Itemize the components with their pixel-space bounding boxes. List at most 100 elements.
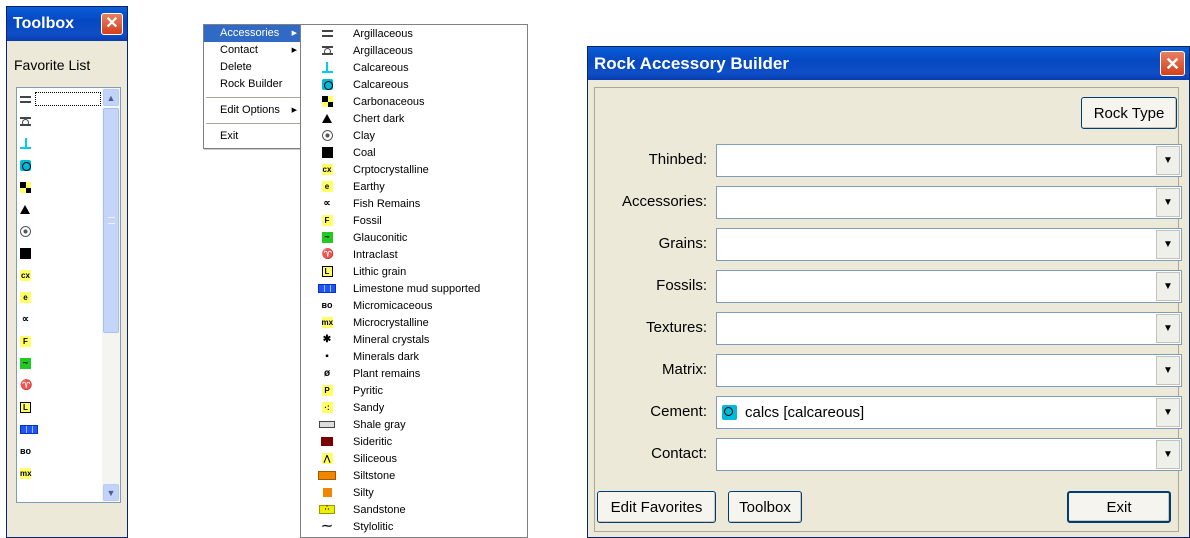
submenu-item[interactable]: L Lithic grain	[301, 263, 527, 280]
submenu-item[interactable]: ʙo Micromicaceous	[301, 297, 527, 314]
submenu-item[interactable]: ∝ Fish Remains	[301, 195, 527, 212]
toolbox-button[interactable]: Toolbox	[728, 491, 802, 523]
submenu-item[interactable]: P Pyritic	[301, 382, 527, 399]
menu-item-accessories[interactable]: Accessories ▶	[204, 25, 302, 42]
submenu-item-label: Earthy	[353, 180, 385, 193]
builder-titlebar[interactable]: Rock Accessory Builder ✕	[588, 47, 1189, 80]
submenu-item[interactable]: Calcareous	[301, 59, 527, 76]
list-item[interactable]	[17, 88, 103, 110]
list-item[interactable]	[17, 242, 103, 264]
close-icon[interactable]: ✕	[1160, 51, 1185, 76]
favorite-list[interactable]: cx e ∝ F ~ ♈ Lʙo mx ▲ ▼	[16, 87, 121, 503]
contact-dropdown[interactable]: ▼	[716, 438, 1182, 471]
submenu-item[interactable]: Silty	[301, 484, 527, 501]
submenu-item-label: Stylolitic	[353, 520, 394, 533]
cement-dropdown[interactable]: calcs [calcareous] ▼	[716, 396, 1182, 429]
chevron-down-icon[interactable]: ▼	[1156, 314, 1180, 343]
scroll-up-icon[interactable]: ▲	[103, 89, 119, 106]
submenu-item[interactable]: cx Crptocrystalline	[301, 161, 527, 178]
rock-accessory-builder-window: Rock Accessory Builder ✕ Rock Type Thinb…	[587, 46, 1190, 538]
chevron-down-icon[interactable]: ▼	[1156, 146, 1180, 175]
menu-item-delete[interactable]: Delete	[204, 59, 302, 76]
micro-icon: ʙo	[321, 300, 333, 310]
chevron-down-icon[interactable]: ▼	[1156, 230, 1180, 259]
plain-icon: ∝	[21, 313, 30, 325]
menu-separator	[206, 123, 300, 124]
tri-icon	[322, 114, 332, 123]
green-icon: ~	[321, 232, 333, 243]
menu-item-contact[interactable]: Contact ▶	[204, 42, 302, 59]
submenu-item[interactable]: mx Microcrystalline	[301, 314, 527, 331]
favorite-list-scrollbar[interactable]: ▲ ▼	[102, 88, 120, 502]
list-item[interactable]: L	[17, 396, 103, 418]
submenu-item[interactable]: Sideritic	[301, 433, 527, 450]
edit-favorites-button[interactable]: Edit Favorites	[597, 491, 716, 523]
submenu-item[interactable]: ø Plant remains	[301, 365, 527, 382]
textures-dropdown[interactable]: ▼	[716, 312, 1182, 345]
submenu-item[interactable]: ⁓ Stylolitic	[301, 518, 527, 535]
exit-button[interactable]: Exit	[1067, 491, 1171, 523]
list-item[interactable]: ʙo	[17, 440, 103, 462]
chevron-down-icon[interactable]: ▼	[1156, 398, 1180, 427]
chevron-down-icon[interactable]: ▼	[1156, 188, 1180, 217]
submenu-item[interactable]: ~ Glauconitic	[301, 229, 527, 246]
list-item[interactable]	[17, 176, 103, 198]
submenu-item[interactable]: ♈ Intraclast	[301, 246, 527, 263]
hbar-circ-icon	[321, 46, 333, 55]
list-item[interactable]	[17, 154, 103, 176]
submenu-item[interactable]: Clay	[301, 127, 527, 144]
fossils-dropdown[interactable]: ▼	[716, 270, 1182, 303]
list-item[interactable]: ♈	[17, 374, 103, 396]
list-item[interactable]: F	[17, 330, 103, 352]
submenu-item[interactable]: Shale gray	[301, 416, 527, 433]
rock-type-button[interactable]: Rock Type	[1081, 97, 1177, 129]
submenu-item[interactable]: Calcareous	[301, 76, 527, 93]
carb-icon	[321, 96, 333, 107]
scroll-down-icon[interactable]: ▼	[103, 484, 119, 501]
menu-item-edit-options[interactable]: Edit Options ▶	[204, 102, 302, 119]
list-item[interactable]: ∝	[17, 308, 103, 330]
grains-dropdown[interactable]: ▼	[716, 228, 1182, 261]
boxL-icon: L	[321, 266, 333, 277]
submenu-item[interactable]: Argillaceous	[301, 25, 527, 42]
submenu-item[interactable]: F Fossil	[301, 212, 527, 229]
list-item[interactable]	[17, 132, 103, 154]
matrix-dropdown[interactable]: ▼	[716, 354, 1182, 387]
list-item[interactable]: e	[17, 286, 103, 308]
menu-item-exit[interactable]: Exit	[204, 128, 302, 145]
scroll-thumb[interactable]	[103, 108, 119, 333]
list-item[interactable]	[17, 418, 103, 440]
submenu-item[interactable]: ✱ Mineral crystals	[301, 331, 527, 348]
submenu-item[interactable]: Siltstone	[301, 467, 527, 484]
submenu-item-label: Argillaceous	[353, 27, 413, 40]
list-item[interactable]: cx	[17, 264, 103, 286]
menu-item-rock-builder[interactable]: Rock Builder	[204, 76, 302, 93]
close-icon[interactable]: ✕	[101, 13, 123, 35]
submenu-item[interactable]: Coal	[301, 144, 527, 161]
txt-icon: mx	[20, 467, 32, 479]
submenu-item[interactable]: Carbonaceous	[301, 93, 527, 110]
submenu-item[interactable]: ▪ Minerals dark	[301, 348, 527, 365]
txt-icon: ·:	[321, 402, 333, 413]
coal-icon	[20, 247, 31, 259]
submenu-item[interactable]: Limestone mud supported	[301, 280, 527, 297]
submenu-item[interactable]: Argillaceous	[301, 42, 527, 59]
chevron-down-icon[interactable]: ▼	[1156, 272, 1180, 301]
accessories-dropdown[interactable]: ▼	[716, 186, 1182, 219]
list-item[interactable]: ~	[17, 352, 103, 374]
plain-icon: ▪	[325, 351, 329, 362]
chevron-down-icon[interactable]: ▼	[1156, 356, 1180, 385]
submenu-item[interactable]: ·: Sandy	[301, 399, 527, 416]
chevron-down-icon[interactable]: ▼	[1156, 440, 1180, 469]
list-item[interactable]	[17, 198, 103, 220]
toolbox-titlebar[interactable]: Toolbox ✕	[7, 7, 127, 41]
submenu-item[interactable]: Chert dark	[301, 110, 527, 127]
submenu-item[interactable]: e Earthy	[301, 178, 527, 195]
list-item[interactable]	[17, 220, 103, 242]
thinbed-dropdown[interactable]: ▼	[716, 144, 1182, 177]
list-item[interactable]: mx	[17, 462, 103, 484]
list-item[interactable]	[17, 110, 103, 132]
plain-icon: ø	[323, 368, 331, 379]
submenu-item[interactable]: ∴ Sandstone	[301, 501, 527, 518]
submenu-item[interactable]: ⋀ Siliceous	[301, 450, 527, 467]
